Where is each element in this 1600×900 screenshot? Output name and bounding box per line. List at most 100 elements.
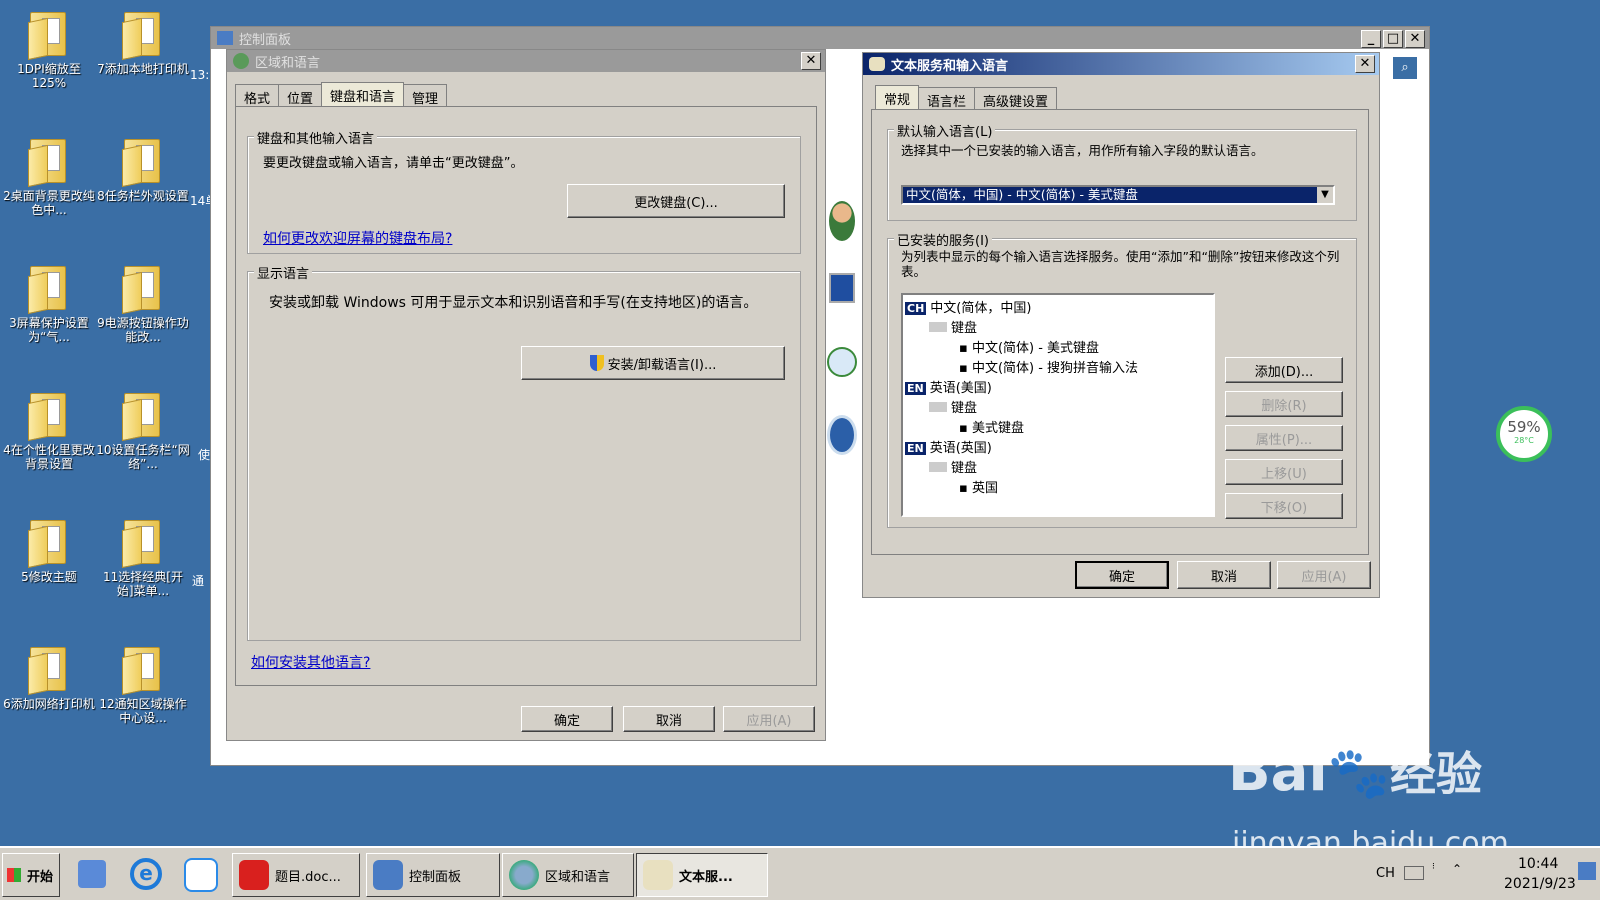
desktop-icon[interactable]: 6添加网络打印机 — [2, 641, 96, 711]
desktop-icon[interactable]: 8任务栏外观设置 — [96, 133, 190, 203]
install-other-languages-link[interactable]: 如何安装其他语言? — [251, 652, 370, 672]
display-language-text: 安装或卸载 Windows 可用于显示文本和识别语音和手写(在支持地区)的语言。 — [269, 295, 758, 311]
tree-item-keyboard[interactable]: 键盘 — [929, 397, 977, 416]
control-panel-icon — [217, 31, 233, 45]
chevron-up-icon[interactable]: ⌃ — [1452, 862, 1462, 876]
tree-label: 美式键盘 — [971, 421, 1024, 436]
keyboard-folder-icon — [929, 322, 947, 332]
taskbar: 开始 e 题目.doc... 控制面板 区域和语言 文本服... CH ⁝ ⌃ … — [0, 846, 1600, 900]
region-close-button[interactable]: ✕ — [801, 52, 821, 70]
text-services-close-button[interactable]: ✕ — [1355, 55, 1375, 73]
change-keyboards-button[interactable]: 更改键盘(C)... — [567, 184, 785, 218]
properties-button[interactable]: 属性(P)... — [1225, 425, 1343, 451]
desktop-icon[interactable]: 12通知区域操作中心设... — [96, 641, 190, 725]
taskbar-control-panel[interactable]: 控制面板 — [366, 853, 500, 897]
taskbar-region[interactable]: 区域和语言 — [502, 853, 634, 897]
desktop-icon-label: 6添加网络打印机 — [3, 697, 95, 711]
desktop-icon[interactable]: 1DPI缩放至125% — [2, 6, 96, 90]
taskbar-ts-label: 文本服... — [679, 869, 733, 885]
tree-item-us-layout[interactable]: ▪ 美式键盘 — [959, 417, 1024, 436]
ch-badge: CH — [905, 302, 927, 315]
desktop-icon-label: 11选择经典[开始]菜单... — [103, 570, 183, 598]
desktop-icon-label: 3屏幕保护设置为“气... — [9, 316, 89, 344]
clock-time[interactable]: 10:44 — [1518, 856, 1558, 872]
default-input-desc: 选择其中一个已安装的输入语言，用作所有输入字段的默认语言。 — [901, 143, 1264, 158]
start-button[interactable]: 开始 — [2, 853, 60, 897]
desktop-icon[interactable]: 10设置任务栏“网络”... — [96, 387, 190, 471]
desktop-icon-label: 8任务栏外观设置 — [97, 189, 189, 203]
region-ok-button[interactable]: 确定 — [521, 706, 613, 732]
start-label: 开始 — [27, 869, 54, 885]
minimize-button[interactable]: _ — [1361, 30, 1381, 48]
desktop-icon[interactable]: 4在个性化里更改背景设置 — [2, 387, 96, 471]
default-language-dropdown[interactable]: 中文(简体，中国) - 中文(简体) - 美式键盘 ▼ — [901, 185, 1335, 205]
add-button[interactable]: 添加(D)... — [1225, 357, 1343, 383]
region-apply-button[interactable]: 应用(A) — [723, 706, 815, 732]
ts-cancel-button[interactable]: 取消 — [1177, 561, 1271, 589]
search-icon[interactable]: ⌕ — [1393, 57, 1417, 79]
display-group-label: 显示语言 — [254, 263, 313, 282]
windows-logo-icon — [7, 868, 21, 882]
control-panel-titlebar: 控制面板 — [211, 27, 1429, 49]
disc-icon — [827, 415, 857, 455]
desktop-icon-label: 5修改主题 — [21, 570, 77, 584]
desktop-icon[interactable]: 7添加本地打印机 — [96, 6, 190, 76]
installed-services-desc: 为列表中显示的每个输入语言选择服务。使用“添加”和“删除”按钮来修改这个列表。 — [901, 249, 1340, 279]
show-desktop-button[interactable] — [1578, 862, 1596, 880]
taskbar-doc-label: 题目.doc... — [275, 869, 341, 885]
globe-icon — [233, 53, 249, 69]
install-uninstall-button[interactable]: 安装/卸载语言(I)... — [521, 346, 785, 380]
partial-icon-label: 通 — [192, 574, 205, 588]
tree-item-chinese[interactable]: CH 中文(简体，中国) — [905, 297, 1031, 316]
options-tray-icon[interactable]: ⁝ — [1432, 862, 1440, 882]
desktop-icon[interactable]: 5修改主题 — [2, 514, 96, 584]
move-down-button[interactable]: 下移(O) — [1225, 493, 1343, 519]
services-tree[interactable]: CH 中文(简体，中国) 键盘 ▪ 中文(简体) - 美式键盘 ▪ 中文(简体) … — [901, 293, 1215, 517]
tree-item-english-uk[interactable]: EN 英语(英国) — [905, 437, 992, 456]
desktop-icon[interactable]: 9电源按钮操作功能改... — [96, 260, 190, 344]
ie-icon[interactable]: e — [130, 858, 162, 890]
close-button[interactable]: ✕ — [1405, 30, 1425, 48]
folder-icon — [28, 514, 70, 569]
chevron-down-icon[interactable]: ▼ — [1317, 187, 1333, 203]
desktop-icon[interactable]: 2桌面背景更改纯色中... — [2, 133, 96, 217]
welcome-keyboard-link[interactable]: 如何更改欢迎屏幕的键盘布局? — [263, 228, 452, 248]
tree-item-english-us[interactable]: EN 英语(美国) — [905, 377, 992, 396]
folder-icon — [122, 133, 164, 188]
desktop-icon-label: 1DPI缩放至125% — [17, 62, 81, 90]
maximize-button[interactable]: □ — [1383, 30, 1403, 48]
desktop-icon[interactable]: 11选择经典[开始]菜单... — [96, 514, 190, 598]
taskbar-doc[interactable]: 题目.doc... — [232, 853, 360, 897]
tree-item-uk-layout[interactable]: ▪ 英国 — [959, 477, 998, 496]
region-cancel-button[interactable]: 取消 — [623, 706, 715, 732]
language-indicator[interactable]: CH — [1376, 866, 1395, 881]
taskbar-text-services[interactable]: 文本服... — [636, 853, 768, 897]
display-language-group: 显示语言 — [247, 263, 801, 641]
quicklaunch-desktop-icon[interactable] — [78, 860, 106, 888]
folder-icon — [122, 260, 164, 315]
desktop-icon[interactable]: 3屏幕保护设置为“气... — [2, 260, 96, 344]
tree-label: 英语(英国) — [929, 441, 992, 456]
move-up-button[interactable]: 上移(U) — [1225, 459, 1343, 485]
tree-item-sogou[interactable]: ▪ 中文(简体) - 搜狗拼音输入法 — [959, 357, 1138, 376]
tree-item-us-keyboard[interactable]: ▪ 中文(简体) - 美式键盘 — [959, 337, 1099, 356]
remove-button[interactable]: 删除(R) — [1225, 391, 1343, 417]
desktop-icon-label: 7添加本地打印机 — [97, 62, 189, 76]
clock-date[interactable]: 2021/9/23 — [1504, 876, 1576, 892]
tree-item-keyboard[interactable]: 键盘 — [929, 457, 977, 476]
cpu-gauge[interactable]: 59% 28°C — [1496, 406, 1552, 462]
en-badge: EN — [905, 442, 926, 455]
baidu-netdisk-icon[interactable] — [184, 858, 218, 892]
ts-ok-button[interactable]: 确定 — [1075, 561, 1169, 589]
control-panel-title: 控制面板 — [239, 32, 292, 48]
folder-icon — [28, 260, 70, 315]
tree-item-keyboard[interactable]: 键盘 — [929, 317, 977, 336]
monitor-icon — [829, 273, 855, 303]
desktop-icon-label: 10设置任务栏“网络”... — [96, 443, 190, 471]
ts-apply-button[interactable]: 应用(A) — [1277, 561, 1371, 589]
keyboard-tray-icon[interactable] — [1404, 866, 1424, 880]
control-panel-icon — [373, 860, 403, 890]
paw-icon: 🐾 — [1327, 744, 1390, 802]
tree-label: 中文(简体，中国) — [930, 301, 1032, 316]
gauge-percent: 59% — [1507, 418, 1541, 436]
